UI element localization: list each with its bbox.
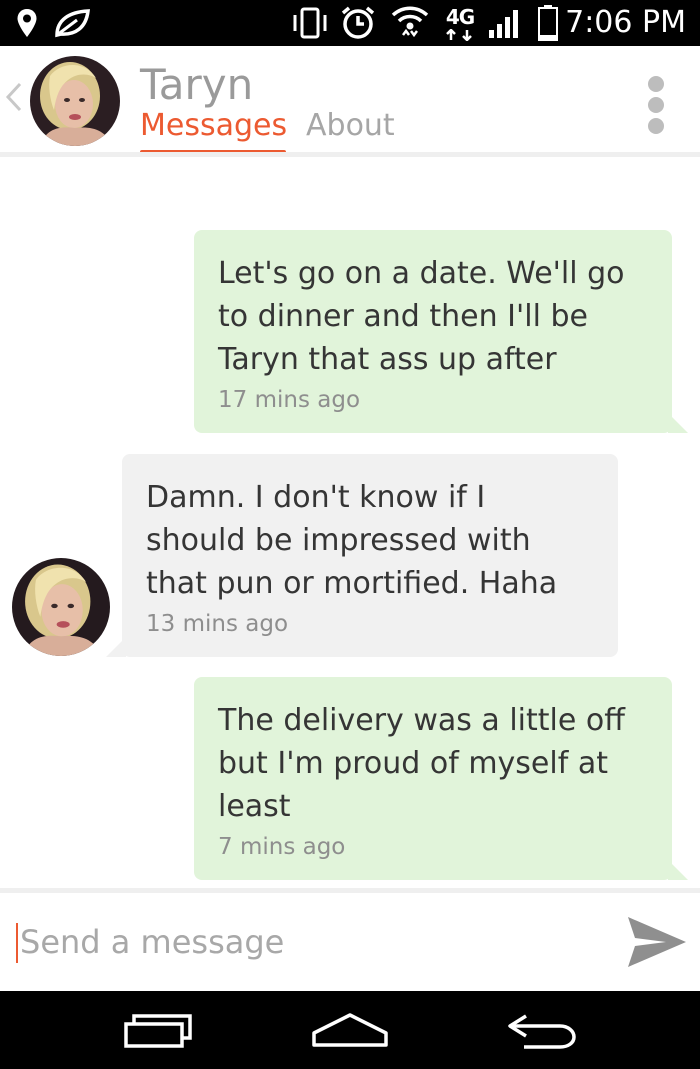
navigation-bar <box>0 991 700 1069</box>
message-input[interactable] <box>20 915 600 969</box>
send-button[interactable] <box>626 913 688 971</box>
contact-name: Taryn <box>140 60 254 109</box>
battery-icon <box>534 0 562 46</box>
conversation-header: Taryn Messages About <box>0 46 700 155</box>
alarm-icon <box>338 0 378 46</box>
message-timestamp: 13 mins ago <box>146 611 289 637</box>
vibrate-icon <box>290 0 330 46</box>
header-divider <box>0 152 700 157</box>
tab-about[interactable]: About <box>306 108 395 143</box>
lte-icon: 4G <box>436 0 484 46</box>
message-text: The delivery was a little off but I'm pr… <box>218 703 625 824</box>
status-bar: 4G 7:06 PM <box>0 0 700 46</box>
message-composer <box>0 893 700 991</box>
send-icon <box>628 917 686 967</box>
home-icon[interactable] <box>308 1005 392 1055</box>
text-cursor <box>16 923 18 963</box>
location-pin-icon <box>14 0 40 46</box>
tab-messages[interactable]: Messages <box>140 108 287 143</box>
message-bubble-sent: Let's go on a date. We'll go to dinner a… <box>194 230 672 433</box>
wifi-icon <box>388 0 432 46</box>
more-options-icon[interactable] <box>644 76 668 134</box>
contact-avatar-small[interactable] <box>12 558 110 656</box>
bubble-tail <box>668 413 688 433</box>
leaf-icon <box>52 0 92 46</box>
signal-icon <box>486 0 526 46</box>
back-chevron-icon[interactable] <box>4 82 24 112</box>
message-text: Damn. I don't know if I should be impres… <box>146 480 558 601</box>
message-timestamp: 17 mins ago <box>218 387 361 413</box>
message-bubble-received: Damn. I don't know if I should be impres… <box>122 454 618 657</box>
message-bubble-sent: The delivery was a little off but I'm pr… <box>194 677 672 880</box>
status-time: 7:06 PM <box>565 5 686 40</box>
bubble-tail <box>668 860 688 880</box>
recent-apps-icon[interactable] <box>118 1005 198 1055</box>
message-text: Let's go on a date. We'll go to dinner a… <box>218 256 625 377</box>
network-label: 4G <box>445 5 475 29</box>
message-timestamp: 7 mins ago <box>218 834 346 860</box>
back-icon[interactable] <box>500 1005 580 1055</box>
contact-avatar[interactable] <box>30 56 120 146</box>
bubble-tail <box>106 637 126 657</box>
